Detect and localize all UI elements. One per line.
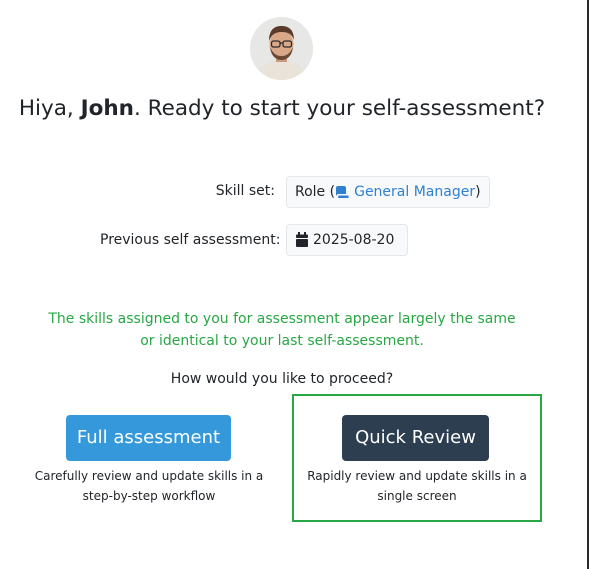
full-assessment-description: Carefully review and update skills in a … bbox=[34, 469, 264, 503]
previous-assessment-date: 2025-08-20 bbox=[313, 232, 395, 248]
user-name: John bbox=[80, 96, 134, 121]
greeting-suffix: . Ready to start your self-assessment? bbox=[133, 96, 546, 121]
skill-set-label: Skill set: bbox=[215, 183, 275, 199]
skill-set-suffix: ) bbox=[475, 184, 481, 200]
avatar bbox=[250, 17, 313, 80]
calendar-icon bbox=[295, 228, 309, 258]
skill-set-prefix: Role ( bbox=[295, 184, 336, 200]
previous-assessment-value: 2025-08-20 bbox=[286, 224, 408, 256]
greeting-prefix: Hiya, bbox=[18, 96, 74, 121]
quick-review-description: Rapidly review and update skills in a si… bbox=[307, 469, 527, 503]
role-link[interactable]: General Manager bbox=[354, 184, 475, 200]
avatar-image bbox=[250, 17, 313, 80]
greeting-heading: Hiya, John. Ready to start your self-ass… bbox=[0, 96, 564, 121]
quick-review-button[interactable]: Quick Review bbox=[342, 415, 489, 461]
full-assessment-button[interactable]: Full assessment bbox=[66, 415, 231, 461]
previous-assessment-label: Previous self assessment: bbox=[100, 232, 281, 248]
role-icon bbox=[335, 180, 350, 210]
proceed-question: How would you like to proceed? bbox=[170, 371, 394, 387]
skill-set-value: Role ( General Manager) bbox=[286, 176, 490, 208]
notice-message: The skills assigned to you for assessmen… bbox=[48, 311, 516, 349]
